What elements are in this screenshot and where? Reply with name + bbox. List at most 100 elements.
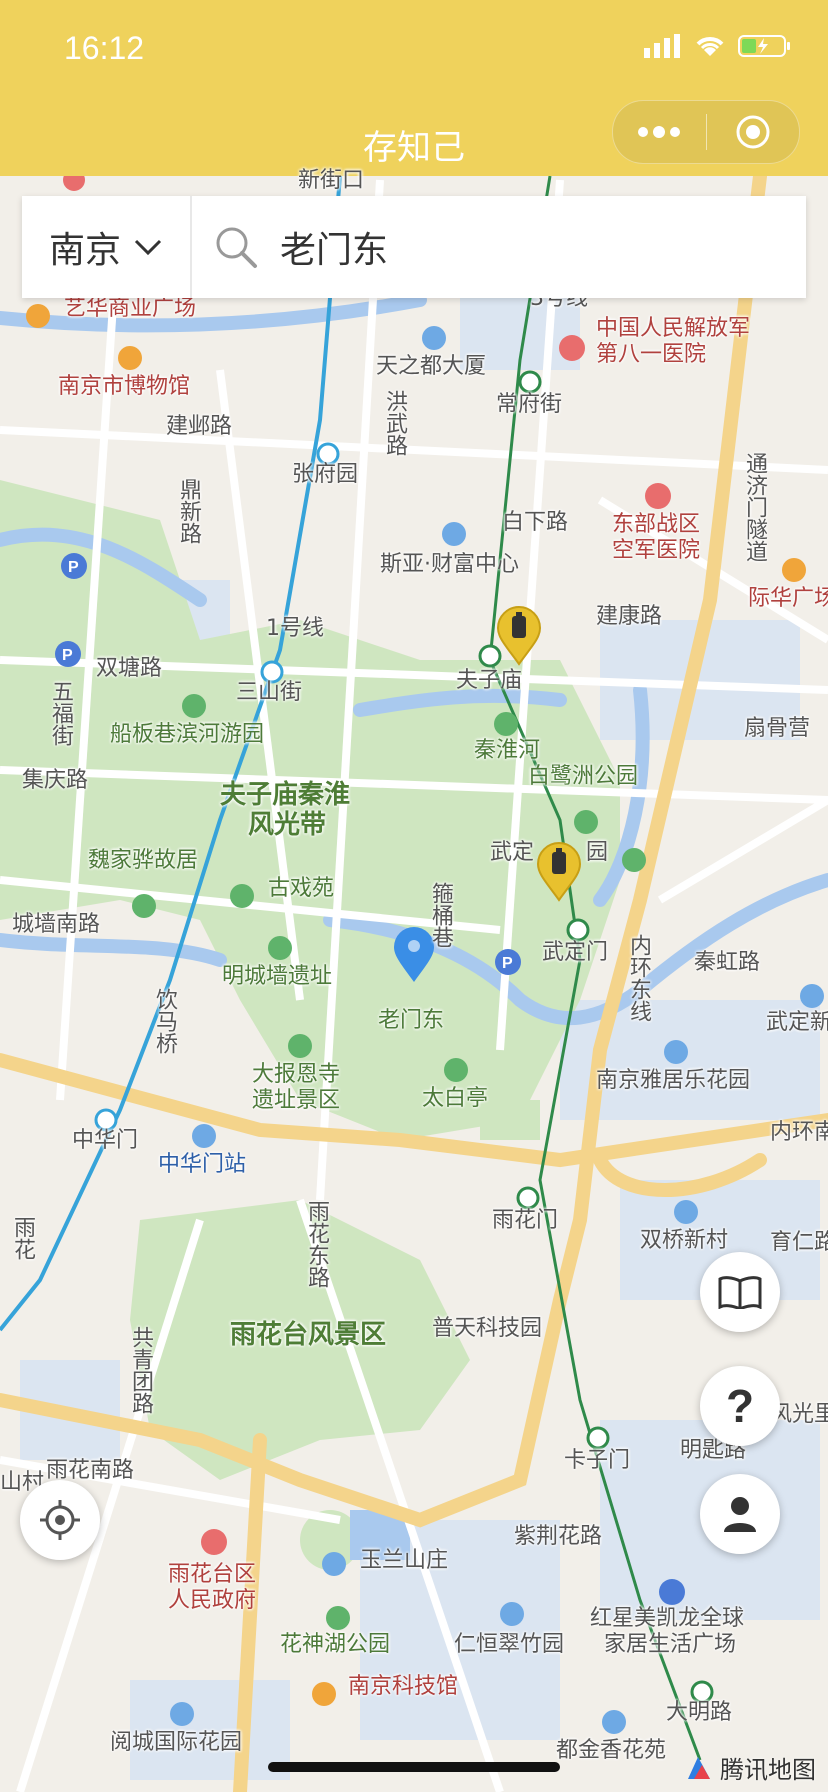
status-icons: [644, 34, 792, 58]
search-input[interactable]: 老门东: [192, 221, 806, 273]
tencent-map-logo-icon: [688, 1756, 710, 1779]
map-label-taibai: 太白亭: [422, 1086, 489, 1111]
user-icon: [724, 1497, 756, 1532]
help-button[interactable]: ?: [700, 1366, 780, 1446]
map-label-dujin: 都金香花苑: [556, 1738, 667, 1763]
map-label-qinhong: 秦虹路: [694, 950, 761, 975]
map-label-yaju: 南京雅居乐花园: [596, 1068, 751, 1093]
map-label-line1: 1号线: [266, 616, 324, 641]
map-label-guxiyuan: 古戏苑: [268, 876, 335, 901]
map-label-wudingxin: 武定新: [766, 1010, 828, 1035]
profile-button[interactable]: [700, 1474, 780, 1554]
more-icon: [638, 126, 681, 138]
status-time: 16:12: [64, 30, 145, 66]
locker-pin-icon: [496, 606, 542, 666]
map-label-shuangtang: 双塘路: [96, 656, 163, 681]
map-label-kazimen: 卡子门: [564, 1448, 631, 1473]
map-road-label-tongji: 通济门隧道: [742, 452, 767, 562]
city-label: 南京: [48, 230, 121, 271]
svg-text:P: P: [502, 955, 513, 972]
battery-icon: [738, 35, 790, 57]
map-label-yuren: 育仁路: [770, 1230, 828, 1255]
map-label-zijing: 紫荆花路: [514, 1524, 603, 1549]
map-label-shangugu: 扇骨营: [744, 716, 811, 741]
map-label-dongbu2: 空军医院: [612, 538, 701, 563]
map-label-wudingmen_park2: 园: [586, 840, 609, 865]
map-label-museum: 南京市博物馆: [58, 374, 191, 399]
map-copyright: 腾讯地图: [684, 1750, 816, 1785]
map-road-label-hongwu: 洪武路: [382, 390, 407, 456]
status-bar: 16:12: [0, 0, 828, 100]
nav-bar: 存知己: [0, 100, 828, 176]
map-label-sanshan: 三山街: [236, 680, 303, 705]
map-label-wudingmen_park: 武定: [490, 840, 535, 865]
map-label-changfu: 常府街: [496, 392, 563, 417]
map-label-fzm_qinhuai2: 风光带: [248, 810, 327, 840]
map-road-label-jinhua: 雨花东路: [304, 1200, 329, 1288]
map-label-pla81b: 第八一医院: [596, 342, 707, 367]
map-label-siya: 斯亚·财富中心: [380, 552, 519, 577]
map-label-renheng: 仁恒翠竹园: [454, 1632, 565, 1657]
capsule-menu: [612, 100, 800, 164]
map-label-xinjiekou: 新街口: [298, 168, 365, 193]
map-label-yuhuamen: 雨花门: [492, 1208, 559, 1233]
map-label-jianye: 建邺路: [166, 414, 233, 439]
map-label-kejiguan: 南京科技馆: [348, 1674, 459, 1699]
map-road-label-yinma: 饮马桥: [152, 988, 177, 1054]
map-label-yuecheng: 阅城国际花园: [110, 1730, 243, 1755]
map-label-chengqiang: 城墙南路: [12, 912, 101, 937]
map-road-label-gongqing: 共青团路: [128, 1326, 153, 1414]
locker-pin[interactable]: [496, 606, 542, 670]
map-label-tianzhidu: 天之都大厦: [376, 354, 487, 379]
map-label-zhonghuamen: 中华门: [72, 1128, 139, 1153]
map-label-wudingmen: 武定门: [542, 940, 609, 965]
close-button[interactable]: [707, 101, 800, 163]
search-icon: [216, 227, 257, 268]
locate-button[interactable]: [20, 1480, 100, 1560]
map-label-baixia: 白下路: [502, 510, 569, 535]
map-label-yuhuatai_gov2: 人民政府: [168, 1588, 257, 1613]
map-label-zhonghuamen_st: 中华门站: [158, 1152, 247, 1177]
locate-icon: [40, 1500, 80, 1540]
map-label-daming: 大明路: [666, 1700, 733, 1725]
map-road-label-gutong: 箍桶巷: [428, 882, 453, 948]
map-road-label-yuhua_left: 雨花: [10, 1216, 35, 1260]
locker-pin-icon: [536, 842, 582, 902]
signal-icon: [644, 34, 680, 58]
map-label-laomendong: 老门东: [378, 1008, 445, 1033]
map-label-fuzimiao: 夫子庙: [456, 668, 523, 693]
svg-text:P: P: [68, 559, 79, 576]
search-bar: 南京 老门东: [22, 196, 806, 298]
target-close-icon: [736, 115, 770, 149]
map-label-jiqing: 集庆路: [22, 768, 89, 793]
locker-pin[interactable]: [536, 842, 582, 906]
map-road-label-neihuandong: 内环东线: [626, 934, 651, 1022]
map-label-chuanban: 船板巷滨河游园: [110, 722, 265, 747]
map-label-zhangfuyuan: 张府园: [292, 462, 359, 487]
map-label-putian: 普天科技园: [432, 1316, 543, 1341]
map-label-bailuzhou: 白鹭洲公园: [528, 764, 639, 789]
map-road-label-dingxin: 鼎新路: [176, 478, 201, 544]
book-icon: [718, 1276, 762, 1309]
map-label-huashenhu: 花神湖公园: [280, 1632, 391, 1657]
question-icon: ?: [725, 1380, 755, 1432]
more-button[interactable]: [613, 101, 706, 163]
map-label-wujia: 魏家骅故居: [88, 848, 199, 873]
map-label-yulanshan: 玉兰山庄: [360, 1548, 449, 1573]
map-label-neihuan: 内环南: [770, 1120, 828, 1145]
map-label-hongxing2: 家居生活广场: [604, 1632, 737, 1657]
map-label-dabaoen2: 遗址景区: [252, 1088, 341, 1113]
map-label-jiguang: 际华广场: [748, 586, 828, 611]
home-indicator: [268, 1762, 560, 1772]
city-selector[interactable]: 南京: [22, 196, 192, 298]
wifi-icon: [696, 37, 724, 56]
guide-button[interactable]: [700, 1252, 780, 1332]
map-label-mingcheng: 明城墙遗址: [222, 964, 333, 989]
map-road-label-wufu: 五福街: [48, 680, 73, 746]
svg-text:P: P: [62, 647, 73, 664]
search-query: 老门东: [280, 230, 389, 271]
map-label-jiankang: 建康路: [596, 604, 663, 629]
map-label-shuangqiao: 双桥新村: [640, 1228, 729, 1253]
map-label-yuhuatai: 雨花台风景区: [230, 1320, 387, 1350]
copyright-text: 腾讯地图: [720, 1756, 816, 1784]
